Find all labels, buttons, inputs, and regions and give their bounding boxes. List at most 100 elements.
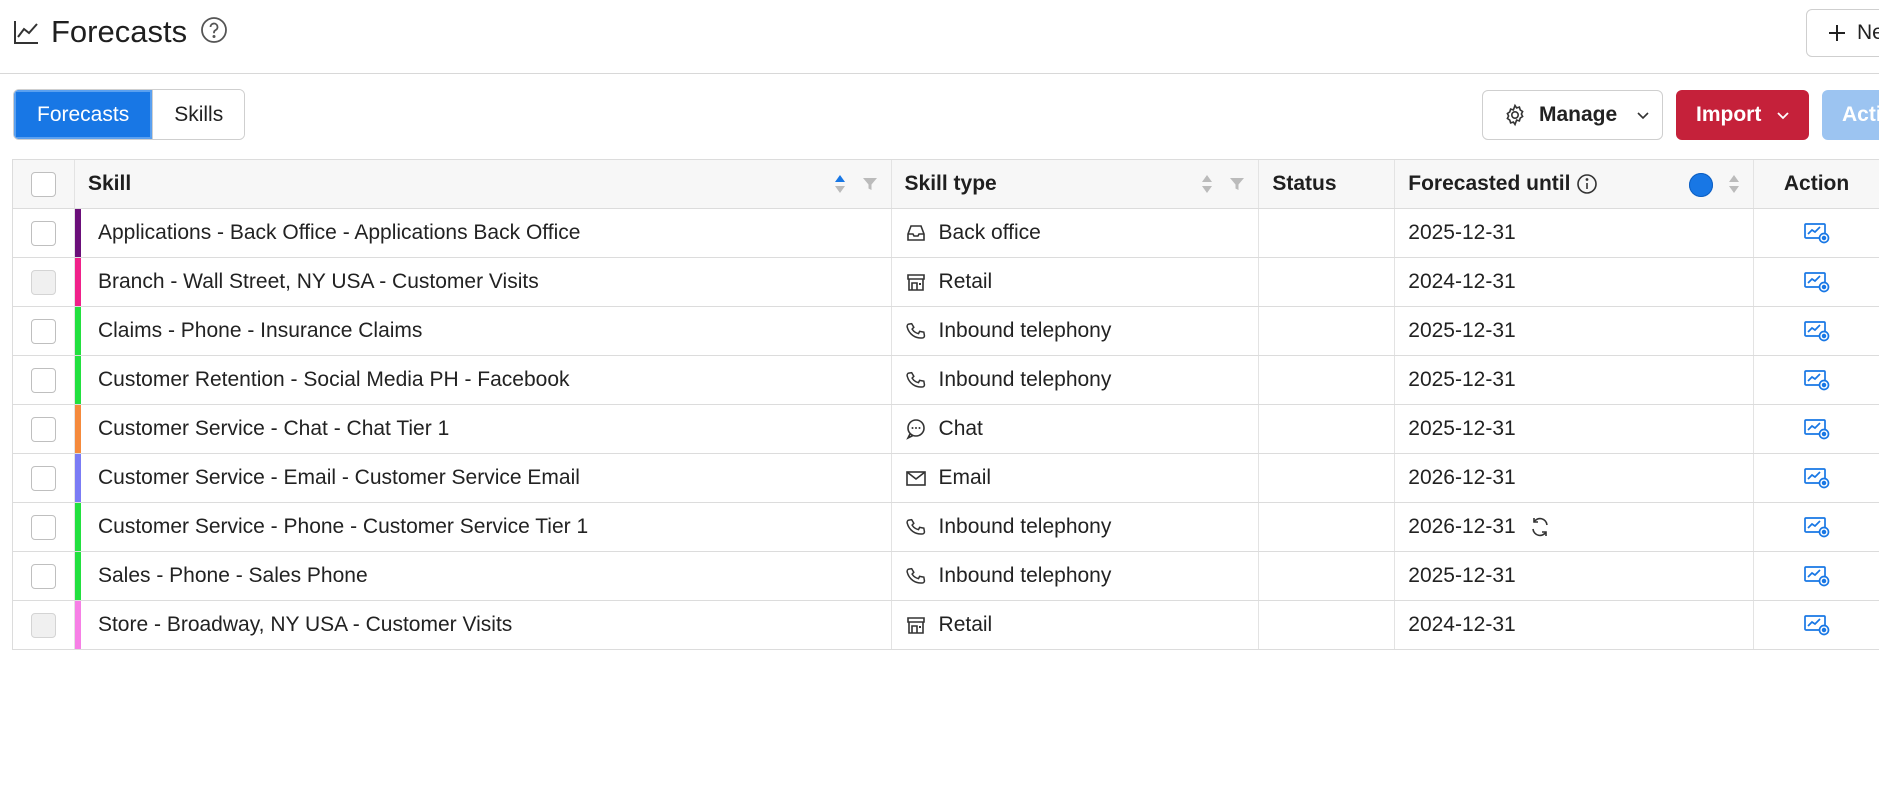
- row-checkbox[interactable]: [30, 416, 56, 442]
- sort-icon[interactable]: [1200, 173, 1214, 195]
- phone-icon: [905, 567, 925, 584]
- view-forecast-icon[interactable]: [1803, 613, 1831, 637]
- table-row[interactable]: Customer Service - Email - Customer Serv…: [13, 454, 1879, 503]
- column-header-skill-type[interactable]: Skill type: [892, 160, 1260, 208]
- sync-icon: [1531, 517, 1548, 537]
- forecasted-until-date: 2025-12-31: [1408, 417, 1516, 440]
- column-header-status: Status: [1259, 160, 1396, 208]
- table-row[interactable]: Applications - Back Office - Application…: [13, 209, 1879, 258]
- skill-type-label: Inbound telephony: [938, 515, 1112, 538]
- column-label-skill-type: Skill type: [904, 172, 997, 195]
- actions-button[interactable]: Acti: [1822, 90, 1879, 140]
- row-checkbox[interactable]: [30, 465, 56, 491]
- forecasted-until-date: 2024-12-31: [1408, 613, 1516, 636]
- filter-icon[interactable]: [861, 175, 879, 193]
- skill-cell: Store - Broadway, NY USA - Customer Visi…: [74, 601, 892, 649]
- row-checkbox-cell: [13, 258, 75, 306]
- status-cell: [1259, 258, 1396, 306]
- skill-color-bar: [74, 258, 81, 306]
- row-checkbox-cell: [13, 356, 75, 404]
- inbox-icon: [906, 225, 925, 241]
- view-forecast-icon[interactable]: [1803, 319, 1831, 343]
- row-checkbox[interactable]: [30, 514, 56, 540]
- skill-name: Customer Service - Email - Customer Serv…: [97, 466, 580, 489]
- actions-label: Acti: [1842, 103, 1879, 126]
- view-forecast-icon[interactable]: [1803, 417, 1831, 441]
- status-cell: [1259, 552, 1396, 600]
- column-header-skill[interactable]: Skill: [75, 160, 892, 208]
- skill-type-cell: Inbound telephony: [892, 307, 1260, 355]
- table-body: Applications - Back Office - Application…: [13, 209, 1879, 650]
- manage-button[interactable]: Manage: [1482, 90, 1663, 140]
- view-forecast-icon[interactable]: [1803, 221, 1831, 245]
- skill-name: Applications - Back Office - Application…: [97, 221, 581, 244]
- forecasted-until-cell: 2025-12-31: [1395, 307, 1755, 355]
- action-cell: [1754, 209, 1879, 257]
- row-checkbox[interactable]: [30, 220, 56, 246]
- skill-cell: Customer Service - Phone - Customer Serv…: [74, 503, 892, 551]
- forecasted-until-date: 2026-12-31: [1408, 515, 1516, 538]
- info-icon[interactable]: [1576, 173, 1598, 195]
- row-checkbox-cell: [13, 601, 75, 649]
- view-forecast-icon[interactable]: [1803, 270, 1831, 294]
- skill-color-bar: [74, 503, 81, 551]
- column-header-action: Action: [1754, 160, 1879, 208]
- row-checkbox[interactable]: [30, 269, 56, 295]
- skill-name: Customer Service - Chat - Chat Tier 1: [97, 417, 450, 440]
- tab-forecasts[interactable]: Forecasts: [14, 90, 153, 139]
- column-header-forecasted-until[interactable]: Forecasted until: [1395, 160, 1755, 208]
- action-cell: [1754, 258, 1879, 306]
- view-forecast-icon[interactable]: [1803, 564, 1831, 588]
- table-row[interactable]: Customer Service - Phone - Customer Serv…: [13, 503, 1879, 552]
- row-checkbox[interactable]: [30, 612, 56, 638]
- column-label-status: Status: [1272, 172, 1337, 195]
- help-icon[interactable]: [200, 16, 228, 44]
- status-cell: [1259, 209, 1396, 257]
- table-row[interactable]: Customer Service - Chat - Chat Tier 1 Ch…: [13, 405, 1879, 454]
- table-row[interactable]: Store - Broadway, NY USA - Customer Visi…: [13, 601, 1879, 650]
- skill-color-bar: [74, 405, 81, 453]
- view-forecast-icon[interactable]: [1803, 466, 1831, 490]
- column-label-forecasted-until: Forecasted until: [1408, 172, 1571, 195]
- skill-color-bar: [74, 454, 81, 502]
- row-checkbox[interactable]: [30, 367, 56, 393]
- action-cell: [1754, 552, 1879, 600]
- forecasted-until-date: 2025-12-31: [1408, 564, 1516, 587]
- table-header-row: Skill Skill type Status Forecasted until: [13, 160, 1879, 209]
- filter-icon[interactable]: [1228, 175, 1246, 193]
- skill-cell: Customer Service - Chat - Chat Tier 1: [74, 405, 892, 453]
- skill-type-label: Back office: [938, 221, 1041, 244]
- table-row[interactable]: Branch - Wall Street, NY USA - Customer …: [13, 258, 1879, 307]
- forecasted-until-cell: 2025-12-31: [1395, 356, 1755, 404]
- forecasted-until-date: 2026-12-31: [1408, 466, 1516, 489]
- row-checkbox-cell: [13, 454, 75, 502]
- sort-icon[interactable]: [833, 173, 847, 195]
- table-row[interactable]: Claims - Phone - Insurance Claims Inboun…: [13, 307, 1879, 356]
- select-all-checkbox[interactable]: [30, 171, 56, 197]
- chevron-down-icon: [1777, 112, 1789, 120]
- skill-type-label: Chat: [938, 417, 983, 440]
- skill-name: Sales - Phone - Sales Phone: [97, 564, 368, 587]
- plus-icon: [1829, 25, 1845, 41]
- skill-color-bar: [74, 307, 81, 355]
- action-cell: [1754, 454, 1879, 502]
- tab-skills[interactable]: Skills: [152, 90, 245, 139]
- row-checkbox[interactable]: [30, 563, 56, 589]
- table-row[interactable]: Sales - Phone - Sales Phone Inbound tele…: [13, 552, 1879, 601]
- skill-name: Store - Broadway, NY USA - Customer Visi…: [97, 613, 513, 636]
- skill-type-label: Retail: [938, 613, 993, 636]
- action-cell: [1754, 405, 1879, 453]
- phone-icon: [905, 518, 925, 535]
- forecasted-until-cell: 2025-12-31: [1395, 209, 1755, 257]
- import-button[interactable]: Import: [1676, 90, 1809, 140]
- new-forecast-button[interactable]: Ne: [1806, 9, 1879, 57]
- sort-icon[interactable]: [1727, 173, 1741, 195]
- row-checkbox[interactable]: [30, 318, 56, 344]
- view-forecast-icon[interactable]: [1803, 515, 1831, 539]
- skill-color-bar: [74, 601, 81, 649]
- skill-type-cell: Retail: [892, 258, 1260, 306]
- view-forecast-icon[interactable]: [1803, 368, 1831, 392]
- row-checkbox-cell: [13, 209, 75, 257]
- table-row[interactable]: Customer Retention - Social Media PH - F…: [13, 356, 1879, 405]
- skill-name: Claims - Phone - Insurance Claims: [97, 319, 423, 342]
